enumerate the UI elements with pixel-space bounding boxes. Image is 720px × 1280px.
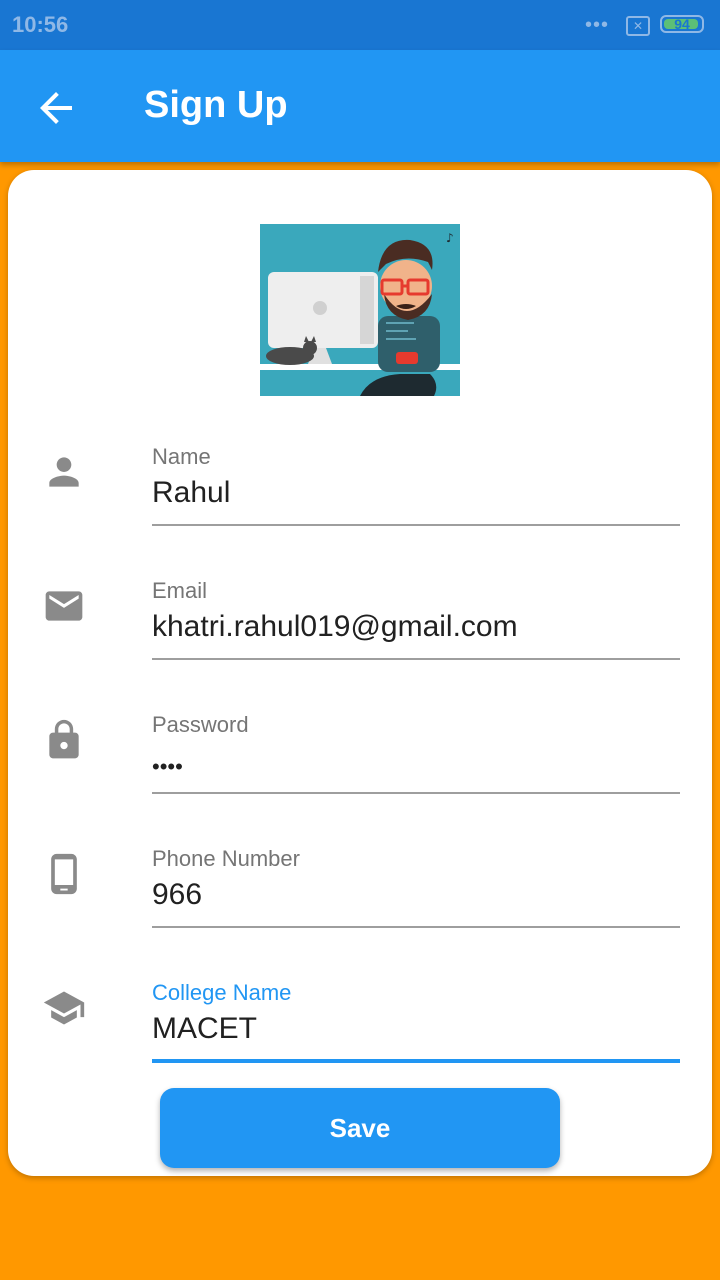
college-field[interactable]: College Name MACET bbox=[8, 964, 712, 1084]
signal-dots-icon: ••• bbox=[585, 14, 610, 36]
email-label: Email bbox=[152, 578, 208, 603]
avatar-illustration: ♪ bbox=[260, 224, 460, 396]
signup-card: ♪ Name Rahul Email khatri.rahul019@gmail… bbox=[8, 170, 712, 1176]
save-button[interactable]: Save bbox=[160, 1088, 560, 1168]
back-button[interactable] bbox=[32, 84, 80, 132]
phone-label: Phone Number bbox=[152, 846, 300, 871]
phone-field[interactable]: Phone Number 966 bbox=[8, 830, 712, 950]
college-label: College Name bbox=[152, 980, 292, 1005]
college-underline bbox=[152, 1059, 680, 1063]
phone-input[interactable]: 966 bbox=[152, 878, 202, 912]
password-field[interactable]: Password •••• bbox=[8, 696, 712, 816]
password-underline bbox=[152, 792, 680, 794]
name-label: Name bbox=[152, 444, 211, 469]
svg-text:♪: ♪ bbox=[446, 231, 454, 245]
password-input[interactable]: •••• bbox=[152, 754, 183, 780]
arrow-back-icon bbox=[40, 92, 72, 124]
password-label: Password bbox=[152, 712, 249, 737]
name-input[interactable]: Rahul bbox=[152, 476, 230, 510]
college-input[interactable]: MACET bbox=[152, 1012, 257, 1046]
phone-icon bbox=[51, 853, 77, 895]
email-underline bbox=[152, 658, 680, 660]
battery-icon: 94 bbox=[660, 15, 704, 33]
app-bar: Sign Up bbox=[0, 50, 720, 162]
close-box-icon: ✕ bbox=[626, 16, 650, 36]
name-underline bbox=[152, 524, 680, 526]
school-icon bbox=[43, 991, 85, 1025]
email-icon bbox=[45, 591, 83, 621]
name-field[interactable]: Name Rahul bbox=[8, 428, 712, 548]
email-field[interactable]: Email khatri.rahul019@gmail.com bbox=[8, 562, 712, 682]
phone-underline bbox=[152, 926, 680, 928]
status-bar: 10:56 ••• ✕ 94 bbox=[0, 0, 720, 50]
lock-icon bbox=[49, 719, 79, 759]
email-input[interactable]: khatri.rahul019@gmail.com bbox=[152, 610, 518, 644]
person-icon bbox=[49, 457, 79, 487]
page-title: Sign Up bbox=[144, 84, 288, 126]
status-time: 10:56 bbox=[12, 12, 69, 37]
battery-level: 94 bbox=[674, 16, 690, 32]
